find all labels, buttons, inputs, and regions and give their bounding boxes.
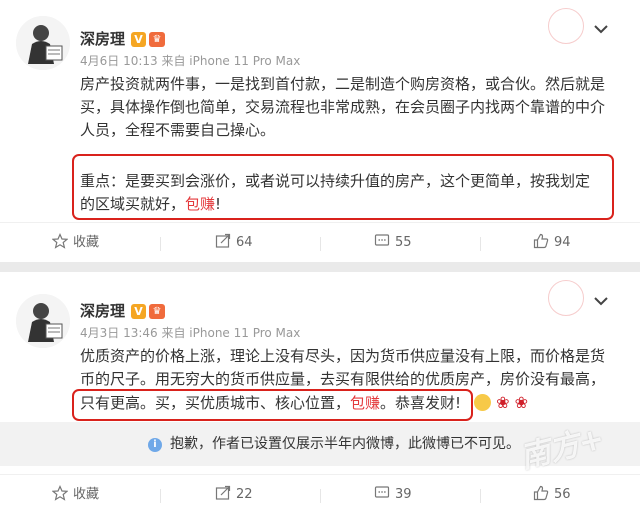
body-line-3-b: 。恭喜发财! — [380, 394, 462, 412]
divider — [320, 237, 321, 251]
action-bar: 收藏 64 55 94 — [0, 222, 640, 263]
comment-button[interactable]: 39 — [374, 475, 412, 515]
repost-button[interactable]: 64 — [215, 223, 253, 263]
post-body-line-2: 币的尺子。用无穷大的货币供应量，去买有限供给的优质房产，房价没有最高， — [80, 370, 606, 388]
thumbs-up-icon — [533, 233, 549, 249]
post-body: 房产投资就两件事，一是找到首付款，二是制造个购房资格，或合伙。然后就是买，具体操… — [80, 75, 606, 139]
repost-count: 64 — [236, 235, 253, 250]
comment-icon — [374, 486, 390, 498]
divider — [160, 489, 161, 503]
divider — [480, 237, 481, 251]
highlight-red-text: 包赚 — [185, 195, 216, 213]
author-name[interactable]: 深房理 V ♛ — [80, 28, 166, 49]
repost-icon — [215, 485, 231, 500]
repost-count: 22 — [236, 487, 253, 502]
avatar[interactable] — [16, 294, 70, 348]
rose-icon: ❀ — [496, 393, 510, 412]
author-name[interactable]: 深房理 V ♛ — [80, 300, 166, 321]
favorite-label: 收藏 — [73, 235, 100, 250]
post-meta: 4月3日 13:46 来自 iPhone 11 Pro Max — [80, 326, 301, 340]
post-highlight: 重点：是要买到会涨价，或者说可以持续升值的房产，这个更简单，按我划定的区域买就好… — [80, 170, 600, 216]
post-body-line-3: 只有更高。买，买优质城市、核心位置，包赚。恭喜发财! — [80, 392, 610, 415]
author-name-text[interactable]: 深房理 — [80, 30, 125, 48]
crown-icon: ♛ — [149, 304, 166, 319]
post-meta: 4月6日 10:13 来自 iPhone 11 Pro Max — [80, 54, 301, 68]
chevron-down-icon[interactable] — [592, 20, 610, 38]
comment-button[interactable]: 55 — [374, 223, 412, 263]
post-body-line-1: 优质资产的价格上涨，理论上没有尽头，因为货币供应量没有上限，而价格是货 — [80, 347, 606, 365]
divider — [160, 237, 161, 251]
star-icon — [51, 233, 69, 249]
verified-v-icon: V — [131, 32, 147, 47]
repost-button[interactable]: 22 — [215, 475, 253, 515]
stamp-icon — [548, 8, 584, 44]
author-name-text[interactable]: 深房理 — [80, 302, 125, 320]
highlight-text: 重点：是要买到会涨价，或者说可以持续升值的房产，这个更简单，按我划定的区域买就好… — [80, 172, 591, 213]
divider — [480, 489, 481, 503]
favorite-button[interactable]: 收藏 — [51, 223, 100, 263]
avatar[interactable] — [16, 16, 70, 70]
body-line-3-red: 包赚 — [350, 394, 381, 412]
comment-icon — [374, 234, 390, 246]
repost-icon — [215, 233, 231, 248]
favorite-label: 收藏 — [73, 487, 100, 502]
smile-emoji-icon — [474, 394, 491, 411]
like-count: 94 — [554, 235, 571, 250]
emoji-group: ❀ ❀ — [474, 393, 528, 413]
rose-icon: ❀ — [514, 393, 528, 412]
body-line-3-a: 只有更高。买，买优质城市、核心位置， — [80, 394, 351, 412]
stamp-icon — [548, 280, 584, 316]
verified-v-icon: V — [131, 304, 147, 319]
chevron-down-icon[interactable] — [592, 292, 610, 310]
favorite-button[interactable]: 收藏 — [51, 475, 100, 515]
comment-count: 55 — [395, 235, 412, 250]
weibo-post-1: 深房理 V ♛ 4月6日 10:13 来自 iPhone 11 Pro Max 房产… — [0, 0, 640, 262]
highlight-tail: ! — [215, 195, 222, 213]
notice-text: 抱歉，作者已设置仅展示半年内微博，此微博已不可见。 — [170, 436, 520, 452]
comment-count: 39 — [395, 487, 412, 502]
notice-content: i 抱歉，作者已设置仅展示半年内微博，此微博已不可见。 — [148, 422, 520, 466]
crown-icon: ♛ — [149, 32, 166, 47]
like-button[interactable]: 94 — [533, 223, 571, 263]
divider — [320, 489, 321, 503]
info-icon: i — [148, 438, 162, 452]
star-icon — [51, 485, 69, 501]
